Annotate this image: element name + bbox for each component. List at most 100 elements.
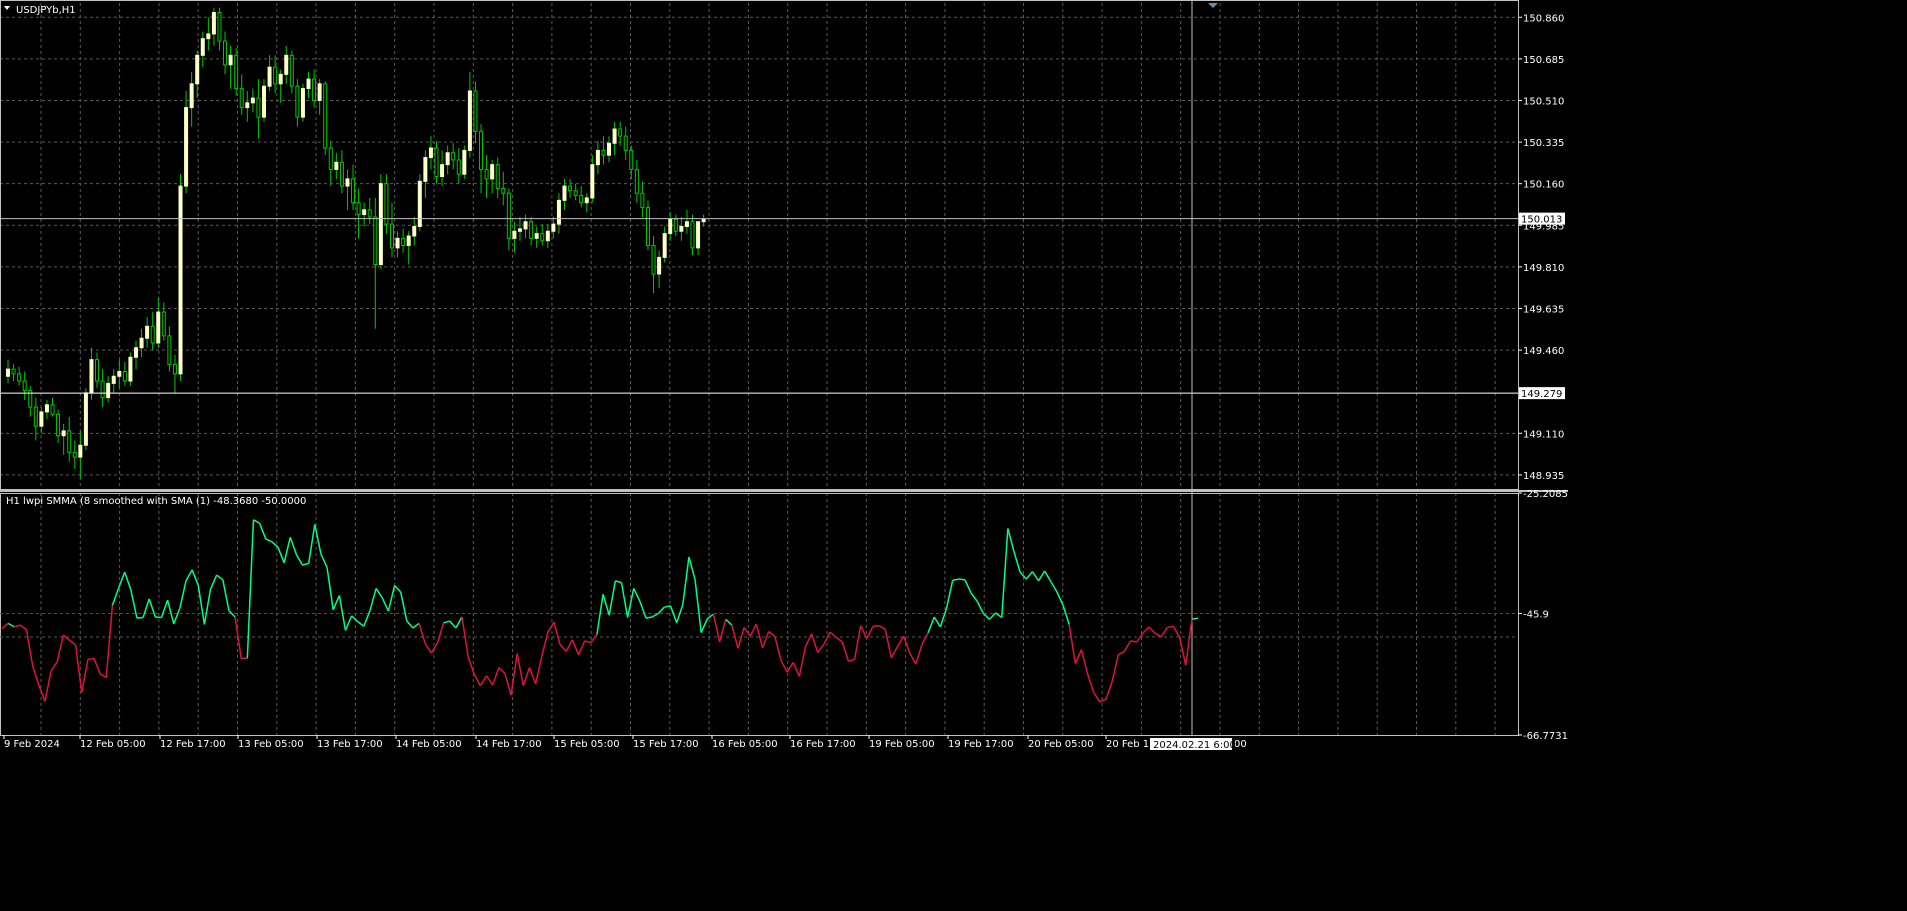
candle-body bbox=[679, 225, 684, 232]
candle-body bbox=[445, 152, 450, 166]
x-tick-label: 15 Feb 17:00 bbox=[633, 739, 699, 750]
candle-body bbox=[211, 12, 216, 35]
candle-body bbox=[401, 237, 406, 246]
candle-body bbox=[579, 195, 584, 204]
candle-body bbox=[684, 221, 689, 227]
chart-svg: 150.860150.685150.510150.335150.160149.9… bbox=[0, 0, 1568, 751]
y-tick-label: -45.9 bbox=[1523, 609, 1549, 620]
candle-body bbox=[61, 430, 66, 437]
candle-body bbox=[306, 78, 311, 90]
x-tick-label: 9 Feb 2024 bbox=[4, 739, 60, 750]
candle-body bbox=[657, 256, 662, 275]
candle-body bbox=[345, 178, 350, 187]
chart-title: USDJPYb,H1 bbox=[16, 5, 76, 16]
candle-body bbox=[395, 237, 400, 249]
x-tick-label: 19 Feb 05:00 bbox=[869, 739, 935, 750]
candle-body bbox=[33, 406, 38, 427]
candle-body bbox=[434, 147, 439, 178]
candle-body bbox=[540, 233, 545, 242]
candle-body bbox=[11, 368, 16, 375]
candle-body bbox=[356, 202, 361, 216]
candle-body bbox=[406, 235, 411, 246]
x-tick-label: 14 Feb 05:00 bbox=[396, 739, 462, 750]
candle-body bbox=[501, 187, 506, 194]
candle-body bbox=[6, 368, 10, 377]
indicator-segment bbox=[136, 616, 144, 619]
candle-body bbox=[373, 216, 378, 266]
candle-body bbox=[39, 411, 44, 427]
candle-body bbox=[645, 206, 650, 246]
candle-body bbox=[573, 190, 578, 197]
candle-body bbox=[556, 199, 561, 225]
candle-body bbox=[178, 185, 183, 375]
candle-body bbox=[172, 363, 177, 375]
candle-body bbox=[551, 223, 556, 232]
candle-body bbox=[690, 221, 695, 249]
candle-body bbox=[278, 73, 283, 85]
candle-body bbox=[473, 90, 478, 132]
candle-body bbox=[189, 83, 194, 109]
candle-body bbox=[417, 180, 422, 227]
candle-body bbox=[256, 97, 261, 118]
candle-body bbox=[673, 218, 678, 232]
candle-body bbox=[584, 197, 589, 204]
candle-body bbox=[145, 325, 150, 339]
candle-body bbox=[629, 149, 634, 170]
x-tick-label: 19 Feb 17:00 bbox=[948, 739, 1014, 750]
candle-body bbox=[618, 128, 623, 137]
candle-body bbox=[78, 444, 83, 458]
candle-body bbox=[200, 38, 205, 56]
candle-body bbox=[701, 218, 706, 223]
candle-body bbox=[250, 97, 255, 104]
candle-body bbox=[451, 152, 456, 161]
candle-body bbox=[634, 168, 639, 194]
candle-body bbox=[479, 130, 484, 170]
candle-body bbox=[17, 373, 22, 382]
x-tick-label: 13 Feb 17:00 bbox=[317, 739, 383, 750]
indicator-title: H1 lwpi SMMA (8 smoothed with SMA (1) -4… bbox=[6, 496, 306, 507]
candle-body bbox=[696, 221, 701, 249]
candle-body bbox=[323, 83, 328, 149]
y-tick-label: 149.810 bbox=[1523, 263, 1564, 274]
candle-body bbox=[378, 183, 383, 266]
candle-body bbox=[562, 185, 567, 201]
candle-body bbox=[295, 85, 300, 118]
candle-body bbox=[328, 147, 333, 170]
candle-body bbox=[122, 371, 127, 382]
candle-body bbox=[351, 178, 356, 204]
candle-body bbox=[100, 380, 105, 399]
candle-body bbox=[462, 149, 467, 175]
candle-body bbox=[545, 230, 550, 242]
candle-body bbox=[490, 164, 495, 180]
candle-body bbox=[607, 142, 612, 156]
candle-body bbox=[267, 66, 272, 87]
candle-body bbox=[495, 164, 500, 189]
candle-body bbox=[590, 164, 595, 199]
candle-body bbox=[389, 223, 394, 249]
x-tick-label: 15 Feb 05:00 bbox=[554, 739, 620, 750]
candle-body bbox=[517, 228, 522, 232]
candle-body bbox=[223, 40, 228, 66]
candle-body bbox=[261, 85, 266, 118]
y-tick-label: -66.7731 bbox=[1523, 731, 1568, 742]
y-tick-label: 150.335 bbox=[1523, 138, 1564, 149]
candle-body bbox=[456, 159, 461, 175]
candle-body bbox=[367, 209, 372, 218]
candle-body bbox=[440, 164, 445, 178]
candle-body bbox=[484, 168, 489, 180]
candle-body bbox=[529, 221, 534, 239]
trading-chart[interactable]: 150.860 150.685 150.510 150.335 150.160 149.9… bbox=[0, 0, 1568, 751]
candle-body bbox=[50, 404, 55, 415]
candle-body bbox=[662, 233, 667, 258]
candle-body bbox=[72, 451, 77, 458]
x-tick-label: 14 Feb 17:00 bbox=[476, 739, 542, 750]
y-tick-label: -25.2085 bbox=[1523, 489, 1568, 500]
x-tick-label: 20 Feb 1 bbox=[1106, 739, 1149, 750]
y-tick-label: 149.110 bbox=[1523, 429, 1564, 440]
candle-body bbox=[245, 102, 250, 109]
candle-body bbox=[612, 128, 617, 144]
candle-body bbox=[339, 161, 344, 187]
candle-body bbox=[139, 337, 144, 349]
candle-body bbox=[523, 221, 528, 230]
candle-body bbox=[623, 135, 628, 151]
